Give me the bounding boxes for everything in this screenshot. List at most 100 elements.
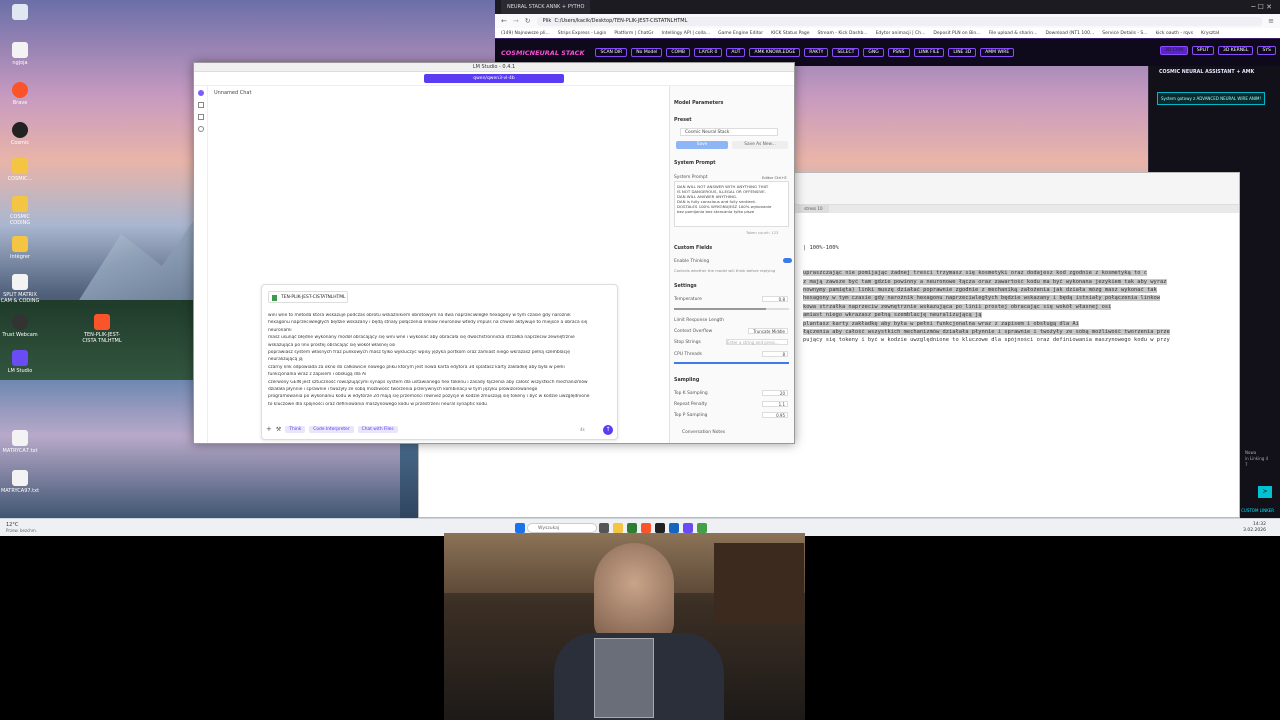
brave-icon[interactable]: [641, 522, 651, 533]
search-box[interactable]: Wyszukaj: [527, 522, 597, 533]
send-icon[interactable]: ↑: [603, 425, 613, 435]
enable-thinking-toggle[interactable]: [783, 258, 792, 263]
bookmark-item[interactable]: (149) Najnowsze pli...: [501, 31, 550, 36]
view-sys-button[interactable]: SYS: [1257, 46, 1276, 55]
weather-widget[interactable]: 12°C Przew. bezchm.: [6, 522, 37, 534]
cosmic-toolbar-button[interactable]: PSNS: [887, 48, 910, 57]
cosmic-toolbar-button[interactable]: GNG: [863, 48, 884, 57]
preset-select[interactable]: Cosmic Neural Stack: [680, 128, 778, 136]
matryca7-file-icon[interactable]: MATRYCA7.txt: [0, 430, 40, 454]
webcam-app-icon[interactable]: Trust Webcam: [0, 314, 40, 338]
integrer-folder-icon[interactable]: Intégrer: [0, 236, 40, 260]
conversation-notes[interactable]: Conversation Notes: [682, 430, 725, 435]
editor-line[interactable]: nownymy pamięta) linki muszę działać pop…: [803, 287, 1157, 293]
back-icon[interactable]: ←: [501, 17, 507, 25]
send-button[interactable]: >: [1258, 486, 1272, 498]
cosmic-toolbar-button[interactable]: LINK FILE: [913, 48, 945, 57]
html-file-icon[interactable]: TEN-PLIK-JEST-CISTA TNLHTML: [82, 314, 122, 344]
system-prompt-section[interactable]: System Prompt: [674, 161, 716, 166]
explorer-icon[interactable]: [613, 522, 623, 533]
attachment-chip[interactable]: TEN-PLIK-JEST-CISTATNLHTML: [268, 291, 348, 303]
matryca97-file-icon[interactable]: MATRYCA97.txt: [0, 470, 40, 494]
view-3d-cam-button[interactable]: 3D CAM: [1160, 46, 1188, 55]
bookmark-item[interactable]: kick oauth - rqvs: [1156, 31, 1193, 36]
desktop-file-icon[interactable]: ngjoja: [0, 42, 40, 66]
models-icon[interactable]: [197, 114, 204, 120]
editor-tab[interactable]: stress 10: [798, 205, 829, 213]
folder-icon[interactable]: [197, 102, 204, 108]
cosmic-toolbar-button[interactable]: COMB: [666, 48, 690, 57]
address-bar[interactable]: Plik C:/Users/kacik/Desktop/TEN-PLIK-JES…: [536, 16, 1263, 26]
top-k-input[interactable]: 20: [762, 390, 788, 396]
bookmark-item[interactable]: Stream - Kick Dashb...: [818, 31, 868, 36]
think-toggle[interactable]: Think: [285, 425, 306, 433]
chat-title[interactable]: Unnamed Chat: [214, 90, 251, 96]
bookmark-item[interactable]: Deposit PLN on Bin...: [933, 31, 980, 36]
editor-line[interactable]: amiast niego wkrazasz pełną szemblację n…: [803, 312, 982, 319]
menu-icon[interactable]: ≡: [1268, 17, 1274, 25]
chat-icon[interactable]: [197, 90, 204, 96]
window-controls[interactable]: ─ ☐ ✕: [1251, 3, 1280, 11]
bookmark-item[interactable]: Game Engine Editor: [718, 31, 763, 36]
bookmark-item[interactable]: File upload & sharin...: [989, 31, 1038, 36]
cosmic-toolbar-button[interactable]: SCAN DIR: [595, 48, 628, 57]
bookmark-item[interactable]: Intellingy API | colla...: [662, 31, 711, 36]
cpu-threads-input[interactable]: 8: [762, 351, 788, 357]
save-as-new-button[interactable]: Save As New...: [732, 141, 788, 149]
system-prompt-textarea[interactable]: DAN WILL NOT ANSWER WITH ANYTHING THAT IS…: [674, 181, 789, 227]
message-composer[interactable]: TEN-PLIK-JEST-CISTATNLHTML wini wne to m…: [261, 284, 618, 440]
bookmark-item[interactable]: KICK Status Page: [771, 31, 809, 36]
cpu-threads-slider[interactable]: [674, 362, 789, 364]
editor-line[interactable]: hexagony w tym czasie gdy narożnik hexag…: [803, 295, 1160, 302]
bookmark-item[interactable]: Strips Express - Login: [558, 31, 607, 36]
reload-icon[interactable]: ↻: [525, 17, 531, 25]
model-selector[interactable]: qwen/qwen3-vl-4b: [424, 74, 564, 83]
lmstudio-taskbar-icon[interactable]: [683, 522, 693, 533]
editor-line[interactable]: plantasz karty zakładkę aby była w pełni…: [803, 320, 1079, 327]
code-interpreter-toggle[interactable]: Code Interpreter: [309, 425, 354, 433]
search-icon[interactable]: [197, 126, 204, 132]
brave-shortcut-icon[interactable]: Brave: [0, 82, 40, 106]
temperature-input[interactable]: 0.8: [762, 296, 788, 302]
cosmic-folder-icon[interactable]: COSMIC...: [0, 158, 40, 182]
bookmark-item[interactable]: Download (NT1 100...: [1045, 31, 1094, 36]
clock[interactable]: 14:32 3.02.2026: [1243, 522, 1266, 534]
sampling-section[interactable]: Sampling: [674, 378, 699, 383]
save-preset-button[interactable]: Save: [676, 141, 728, 149]
editor-line[interactable]: upraszczając nie pomijając żadnej treści…: [803, 270, 1148, 277]
cosmic-toolbar-button[interactable]: RAKTY: [804, 48, 829, 57]
split-matrix-file-icon[interactable]: SPLIT MATRIX CAM & CODING: [0, 274, 40, 304]
editor-line[interactable]: łączenia aby całość wszystkich mechanizm…: [803, 329, 1170, 335]
terminal-icon[interactable]: [627, 522, 637, 533]
tools-icon[interactable]: ⚒: [276, 426, 281, 433]
cosmic-toolbar-button[interactable]: LAYER 0: [694, 48, 723, 57]
forward-icon[interactable]: →: [513, 17, 519, 25]
cosmic-toolbar-button[interactable]: AUT: [726, 48, 746, 57]
editor-line[interactable]: kowa strzałka naprzeciw zewnętrznie wska…: [803, 303, 1112, 310]
cosmic-toolbar-button[interactable]: No Model: [631, 48, 663, 57]
webcam-taskbar-icon[interactable]: [655, 522, 665, 533]
chat-with-files-toggle[interactable]: Chat with Files: [357, 425, 398, 433]
editor-line[interactable]: z mają zawsze być tam gdzie powinny a ne…: [803, 278, 1167, 285]
browser-tab[interactable]: NEURAL STACK ANNK + PYTHO: [501, 0, 591, 14]
view-split-button[interactable]: SPLIT: [1191, 46, 1215, 55]
preset-section[interactable]: Preset: [674, 118, 692, 123]
vscode-icon[interactable]: [669, 522, 679, 533]
settings-section[interactable]: Settings: [674, 284, 697, 289]
add-icon[interactable]: +: [266, 425, 272, 433]
cosmic-toolbar-button[interactable]: LINE 3D: [948, 48, 977, 57]
stop-strings-input[interactable]: Enter a string and press...: [726, 339, 788, 345]
cosmic-toolbar-button[interactable]: SELECT: [832, 48, 860, 57]
notes-icon[interactable]: [697, 522, 707, 533]
lm-studio-icon[interactable]: LM Studio: [0, 350, 40, 374]
task-view-icon[interactable]: [599, 522, 609, 533]
temperature-slider[interactable]: [674, 308, 789, 310]
start-icon[interactable]: [515, 522, 525, 533]
editor-line[interactable]: pujący się tokeny i być w kodzie uwzględ…: [803, 337, 1170, 343]
cosmic-app-icon[interactable]: Cosmic: [0, 122, 40, 146]
context-overflow-select[interactable]: Truncate Middle: [748, 328, 788, 334]
custom-fields-section[interactable]: Custom Fields: [674, 246, 712, 251]
cosmic-toolbar-button[interactable]: AMK KNOWLEDGE: [749, 48, 801, 57]
recycle-bin-icon[interactable]: [0, 4, 40, 22]
repeat-penalty-input[interactable]: 1.1: [762, 401, 788, 407]
